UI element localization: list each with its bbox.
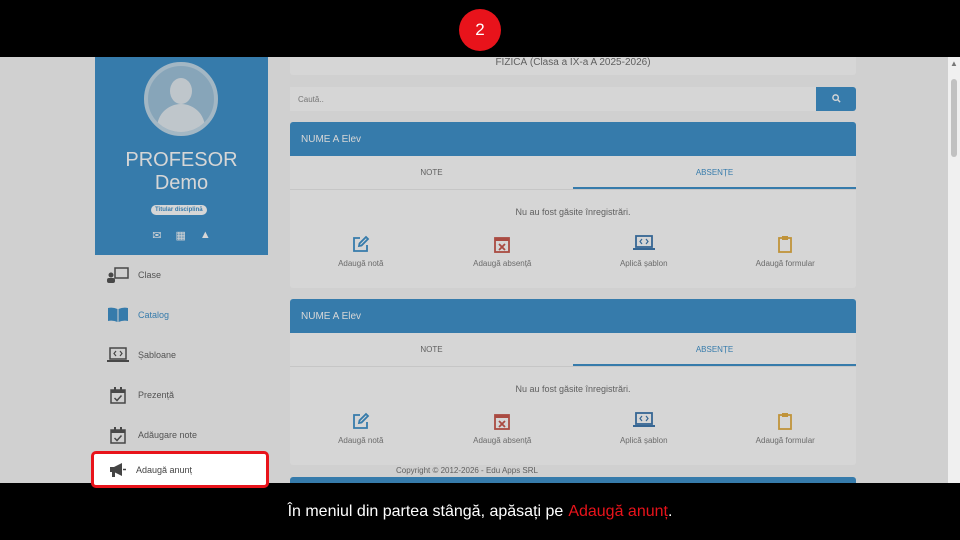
- scroll-thumb[interactable]: [951, 79, 957, 157]
- footer-copyright: Copyright © 2012-2026 - Edu Apps SRL: [396, 466, 538, 475]
- tab-absente[interactable]: ABSENȚE: [573, 333, 856, 366]
- menu-item-label: Șabloane: [138, 350, 177, 360]
- scroll-up-icon[interactable]: ▲: [950, 59, 958, 68]
- caption-end: .: [667, 502, 673, 520]
- action-label: Adaugă notă: [338, 259, 384, 268]
- clipboard-icon: [715, 235, 857, 259]
- apply-template-button[interactable]: Aplică șablon: [573, 235, 715, 285]
- profile-name-line1: PROFESOR: [125, 149, 238, 171]
- search-input[interactable]: [290, 87, 816, 111]
- drive-icon[interactable]: ▲: [200, 229, 211, 242]
- add-form-button[interactable]: Adaugă formular: [715, 235, 857, 285]
- action-label: Adaugă formular: [755, 259, 815, 268]
- book-icon: [107, 306, 129, 324]
- student-name: NUME A Elev: [290, 299, 856, 333]
- menu-item-clase[interactable]: Clase: [95, 255, 268, 295]
- action-label: Aplică șablon: [619, 259, 668, 268]
- menu-item-adauga-anunt[interactable]: Adaugă anunț: [91, 451, 269, 488]
- profile-icons: ✉ ▦ ▲: [95, 229, 268, 242]
- action-label: Aplică șablon: [619, 436, 668, 445]
- profile-name: PROFESOR Demo: [95, 149, 268, 195]
- calendar-check-icon: [107, 386, 129, 404]
- subject-header: FIZICĂ (Clasa a IX-a A 2025-2026): [290, 57, 856, 75]
- menu-item-label: Clase: [138, 270, 162, 280]
- student-actions: Adaugă notă Adaugă absență Aplică șablon…: [290, 235, 856, 285]
- student-tabs: NOTE ABSENȚE: [290, 333, 856, 367]
- profile-card: PROFESOR Demo Titular disciplină ✉ ▦ ▲: [95, 57, 268, 255]
- action-label: Adaugă absență: [473, 259, 532, 268]
- student-actions: Adaugă notă Adaugă absență Aplică șablon…: [290, 412, 856, 462]
- app-window: PROFESOR Demo Titular disciplină ✉ ▦ ▲ C…: [0, 57, 960, 483]
- action-label: Adaugă absență: [473, 436, 532, 445]
- empty-message: Nu au fost găsite înregistrări.: [515, 207, 631, 217]
- search-icon: [831, 93, 841, 105]
- menu-item-label: Adăugare note: [138, 430, 198, 440]
- template-icon: [573, 235, 715, 259]
- calendar-x-icon: [432, 412, 574, 436]
- add-absence-button[interactable]: Adaugă absență: [432, 412, 574, 462]
- profile-name-line2: Demo: [154, 172, 209, 194]
- search-button[interactable]: [816, 87, 856, 111]
- tab-note[interactable]: NOTE: [290, 333, 573, 366]
- add-absence-button[interactable]: Adaugă absență: [432, 235, 574, 285]
- student-card: NUME A Elev NOTE ABSENȚE Nu au fost găsi…: [290, 122, 856, 288]
- action-label: Adaugă notă: [338, 436, 384, 445]
- action-label: Adaugă formular: [755, 436, 815, 445]
- menu-item-label: Adaugă anunț: [136, 464, 193, 475]
- scrollbar[interactable]: ▲: [948, 57, 960, 483]
- student-card: NUME A Elev NOTE ABSENȚE Nu au fost găsi…: [290, 299, 856, 465]
- apply-template-button[interactable]: Aplică șablon: [573, 412, 715, 462]
- envelope-icon[interactable]: ✉: [152, 229, 161, 242]
- add-form-button[interactable]: Adaugă formular: [715, 412, 857, 462]
- empty-message: Nu au fost găsite înregistrări.: [515, 384, 631, 394]
- classroom-icon: [107, 266, 129, 284]
- menu-item-sabloane[interactable]: Șabloane: [95, 335, 268, 375]
- template-icon: [573, 412, 715, 436]
- menu-item-catalog[interactable]: Catalog: [95, 295, 268, 335]
- tab-note[interactable]: NOTE: [290, 156, 573, 189]
- instruction-caption: În meniul din partea stângă, apăsați pe …: [0, 483, 960, 540]
- calendar-icon[interactable]: ▦: [175, 229, 185, 242]
- avatar: [144, 62, 218, 136]
- calendar-check-icon: [107, 426, 129, 444]
- student-name: NUME A Elev: [290, 122, 856, 156]
- student-tabs: NOTE ABSENȚE: [290, 156, 856, 190]
- edit-icon: [290, 235, 432, 259]
- edit-icon: [290, 412, 432, 436]
- tab-absente[interactable]: ABSENȚE: [573, 156, 856, 189]
- role-badge: Titular disciplină: [151, 205, 207, 215]
- template-icon: [107, 346, 129, 364]
- menu-item-label: Catalog: [138, 310, 170, 320]
- clipboard-icon: [715, 412, 857, 436]
- caption-highlight: Adaugă anunț: [568, 502, 668, 520]
- top-bar: 2: [0, 0, 960, 57]
- megaphone-icon: [108, 462, 126, 478]
- caption-text: În meniul din partea stângă, apăsați pe: [287, 502, 564, 520]
- add-grade-button[interactable]: Adaugă notă: [290, 412, 432, 462]
- menu-item-label: Prezență: [138, 390, 175, 400]
- step-badge: 2: [459, 9, 501, 51]
- menu-item-adaugare-note[interactable]: Adăugare note: [95, 415, 268, 455]
- calendar-x-icon: [432, 235, 574, 259]
- add-grade-button[interactable]: Adaugă notă: [290, 235, 432, 285]
- menu-item-prezenta[interactable]: Prezență: [95, 375, 268, 415]
